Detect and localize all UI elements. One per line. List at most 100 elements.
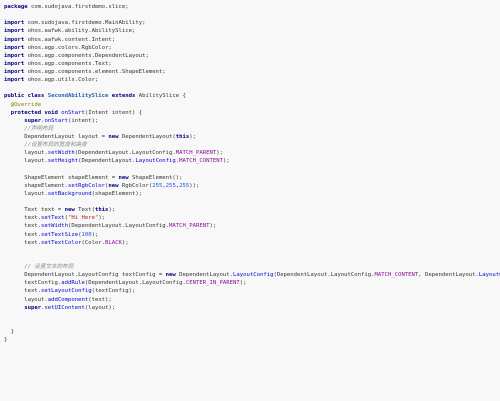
code-token: text. [4,288,42,295]
code-line: //声明布局 [0,125,500,133]
code-line: text.setWidth(DependentLayout.LayoutConf… [0,222,500,230]
code-token: (Intent intent) { [84,109,143,116]
code-token: (DependentLayout.LayoutConfig. [84,280,186,287]
code-token: package [4,4,28,10]
code-line: super.onStart(intent); [0,117,500,125]
code-token: setWidth [41,223,68,230]
code-token: ); [239,280,247,287]
code-token: layout. [4,296,48,303]
code-line: textConfig.addRule(DependentLayout.Layou… [0,279,500,287]
code-token: Text text = [4,207,65,214]
code-line: import ohos.agp.components.Text; [0,60,500,68]
code-token: ); [222,158,230,165]
code-token: (textConfig); [91,288,136,295]
code-token: (DependentLayout.LayoutConfig. [68,223,170,230]
code-token: import [4,52,25,59]
code-token: @Override [10,101,42,108]
code-token: 255 [179,182,190,189]
code-line: text.setTextColor(Color.BLACK); [0,239,500,247]
code-token: layout. [4,150,48,157]
code-editor[interactable]: package com.sudojava.firstdemo.slice; im… [0,0,500,401]
code-token: 100 [81,231,92,238]
code-token: ShapeElement(); [132,174,183,181]
code-token: 255 [165,182,176,189]
code-token: new [165,272,180,279]
code-token: (DependentLayout.LayoutConfig. [74,150,176,157]
code-token: setRgbColor [68,182,106,189]
code-token: (shapeElement); [91,190,143,197]
code-line: // 设置文本的布局 [0,263,500,271]
code-token: ); [189,134,197,140]
code-token: shapeElement. [4,182,68,189]
code-token: import [4,77,25,84]
code-token: (DependentLayout. [78,158,136,165]
code-token: import [4,44,25,51]
code-token: DependentLayout.LayoutConfig textConfig … [4,272,166,279]
code-token: layout. [4,158,48,165]
code-token: (DependentLayout.LayoutConfig. [273,272,375,279]
code-token: addComponent [47,296,89,303]
code-token: import [4,28,25,35]
code-token: com.sudojava.firstdemo.slice; [27,4,129,10]
code-line: layout.setWidth(DependentLayout.LayoutCo… [0,149,500,157]
code-token: super [24,304,42,311]
code-token: ); [121,239,129,246]
code-token: import [4,20,25,27]
code-token: ohos.aafwk.ability.AbilitySlice; [24,28,136,35]
code-token: setWidth [47,150,75,157]
code-line: Text text = new Text(this); [0,206,500,214]
code-token: DependentLayout layout = [4,134,109,140]
code-token: LayoutConfig [478,272,500,279]
code-line: import ohos.aafwk.content.Intent; [0,36,500,44]
code-line: public class SecondAbilitySlice extends … [0,92,500,100]
code-token: MATCH_PARENT [169,223,210,230]
code-line: import ohos.agp.colors.RgbColor; [0,44,500,52]
code-line: } [0,328,500,336]
code-token: CENTER_IN_PARENT [185,280,240,287]
code-token: )); [189,182,200,189]
code-token: text. [4,215,42,222]
code-token: this [175,134,190,140]
code-token: extends [108,93,139,100]
code-token: new [118,174,132,181]
code-token: ohos.agp.components.DependentLayout; [24,52,149,59]
code-token: setHeight [47,158,79,165]
code-token: (text); [88,296,112,303]
code-token: (Color. [81,239,106,246]
code-token: ohos.agp.components.Text; [24,60,112,67]
code-token: onStart [61,109,85,116]
code-token: text. [4,223,42,230]
code-token: ); [209,223,217,230]
code-token: LayoutConfig [233,272,274,279]
code-line: import ohos.agp.components.element.Shape… [0,68,500,76]
code-token: //声明布局 [24,125,54,132]
code-line: @Override [0,101,500,109]
code-token: public class [4,93,48,100]
code-token: ohos.agp.components.element.ShapeElement… [24,69,166,75]
code-line: DependentLayout layout = new DependentLa… [0,133,500,141]
code-token: new [108,134,122,140]
code-token: text. [4,231,42,238]
code-token: ); [98,215,106,222]
code-token: LayoutConfig [135,158,176,165]
code-line: DependentLayout.LayoutConfig textConfig … [0,271,500,279]
code-token: MATCH_CONTENT [179,158,223,165]
code-token: // 设置文本的布局 [24,264,74,270]
code-token: onStart [44,117,69,124]
code-token: com.sudojava.firstdemo.MainAbility; [24,20,146,27]
code-line: layout.setHeight(DependentLayout.LayoutC… [0,157,500,165]
code-token: "Hi Here" [68,215,99,222]
code-token: ShapeElement shapeElement = [4,174,119,181]
code-token: setTextColor [41,239,82,246]
